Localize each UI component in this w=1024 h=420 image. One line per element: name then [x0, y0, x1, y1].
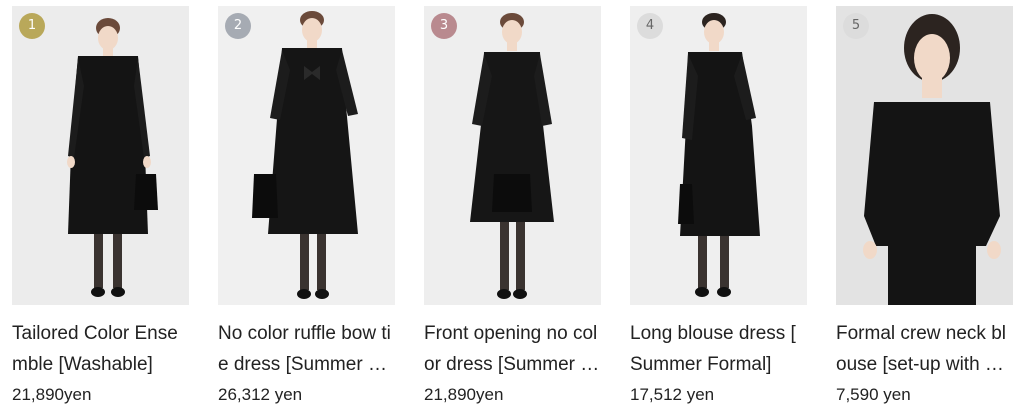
product-price: 26,312 yen [218, 385, 303, 404]
product-ranking-grid: 1 Tailored Color Ensemble [Washable] 21,… [12, 6, 1013, 405]
rank-badge: 5 [843, 13, 869, 39]
product-price: 21,890yen [12, 385, 92, 404]
product-title[interactable]: Long blouse dress [ Summer Formal] [630, 318, 807, 380]
product-card[interactable]: 1 Tailored Color Ensemble [Washable] 21,… [12, 6, 189, 405]
product-title[interactable]: Front opening no color dress [Summer For… [424, 318, 601, 380]
rank-badge: 3 [431, 13, 457, 39]
model-photo [218, 6, 395, 305]
product-image[interactable]: 5 [836, 6, 1013, 305]
product-price: 21,890yen [424, 385, 504, 404]
product-price: 7,590 yen [836, 385, 911, 404]
model-photo [12, 6, 189, 305]
rank-badge: 2 [225, 13, 251, 39]
product-title[interactable]: Tailored Color Ensemble [Washable] [12, 318, 189, 380]
product-image[interactable]: 3 [424, 6, 601, 305]
rank-badge: 1 [19, 13, 45, 39]
product-card[interactable]: 2 No color ruffle bow tie dress [Summer … [218, 6, 395, 405]
product-card[interactable]: 3 Front opening no color dress [Summer F… [424, 6, 601, 405]
product-price: 17,512 yen [630, 385, 715, 404]
product-title[interactable]: No color ruffle bow tie dress [Summer Fo… [218, 318, 395, 380]
product-image[interactable]: 1 [12, 6, 189, 305]
product-image[interactable]: 2 [218, 6, 395, 305]
product-card[interactable]: 5 Formal crew neck blouse [set-up with p… [836, 6, 1013, 405]
model-photo [424, 6, 601, 305]
product-title[interactable]: Formal crew neck blouse [set-up with pan… [836, 318, 1013, 380]
rank-badge: 4 [637, 13, 663, 39]
model-photo [836, 6, 1013, 305]
model-photo [630, 6, 807, 305]
product-card[interactable]: 4 Long blouse dress [ Summer Formal] 17,… [630, 6, 807, 405]
product-image[interactable]: 4 [630, 6, 807, 305]
